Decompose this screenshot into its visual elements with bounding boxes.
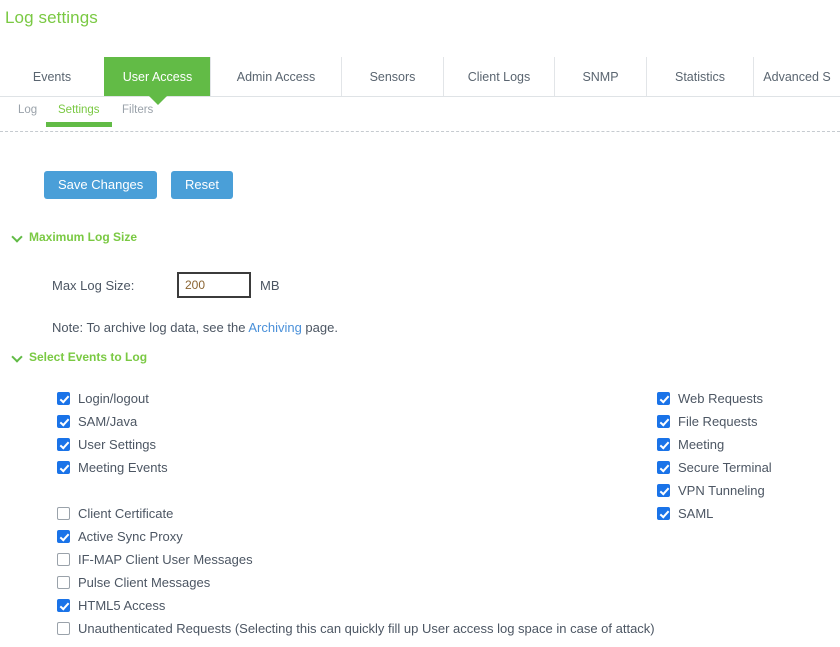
archiving-note-prefix: Note: To archive log data, see the — [52, 320, 249, 335]
tab-admin-access[interactable]: Admin Access — [210, 57, 341, 96]
checkbox-label: Pulse Client Messages — [78, 575, 211, 590]
checkbox-checked-icon[interactable] — [57, 599, 70, 612]
checkbox-checked-icon[interactable] — [657, 461, 670, 474]
checkbox-unchecked-icon[interactable] — [57, 507, 70, 520]
active-subtab-underline — [46, 122, 112, 127]
tab-label: Admin Access — [236, 69, 316, 84]
tab-label: Events — [32, 69, 72, 84]
tab-label: Statistics — [674, 69, 725, 84]
checkbox-checked-icon[interactable] — [657, 415, 670, 428]
tab-sensors[interactable]: Sensors — [341, 57, 443, 96]
checkbox-label: Login/logout — [78, 391, 149, 406]
checkbox-label: SAML — [678, 506, 714, 521]
max-log-size-input[interactable] — [177, 272, 251, 298]
archiving-note-suffix: page. — [301, 320, 338, 335]
max-log-size-unit: MB — [260, 277, 280, 293]
section-title-select-events-to-log: Select Events to Log — [29, 350, 148, 364]
tab-client-logs[interactable]: Client Logs — [443, 57, 554, 96]
checkbox-checked-icon[interactable] — [57, 415, 70, 428]
checkbox-row[interactable]: User Settings — [57, 433, 168, 456]
checkbox-row[interactable]: Login/logout — [57, 387, 168, 410]
subtab-label: Filters — [122, 104, 154, 116]
checkbox-unchecked-icon[interactable] — [57, 576, 70, 589]
tab-advanced-s[interactable]: Advanced S — [753, 57, 840, 96]
checkbox-unchecked-icon[interactable] — [57, 553, 70, 566]
checkbox-checked-icon[interactable] — [657, 507, 670, 520]
checkbox-row[interactable]: File Requests — [657, 410, 772, 433]
subtab-label: Settings — [58, 104, 100, 116]
checkbox-row[interactable]: Secure Terminal — [657, 456, 772, 479]
checkbox-label: Secure Terminal — [678, 460, 772, 475]
tab-label: SNMP — [582, 69, 619, 84]
checkbox-checked-icon[interactable] — [657, 392, 670, 405]
event-checkbox-group-left-primary: Login/logout SAM/Java User Settings Meeting… — [57, 387, 168, 479]
checkbox-label: IF-MAP Client User Messages — [78, 552, 253, 567]
checkbox-row[interactable]: Meeting Events — [57, 456, 168, 479]
section-title-maximum-log-size: Maximum Log Size — [29, 230, 138, 244]
checkbox-label: File Requests — [678, 414, 758, 429]
tab-label: Advanced S — [763, 69, 831, 84]
subtab-log[interactable]: Log — [18, 104, 37, 122]
checkbox-row[interactable]: Pulse Client Messages — [57, 571, 655, 594]
tab-snmp[interactable]: SNMP — [554, 57, 646, 96]
checkbox-row[interactable]: Web Requests — [657, 387, 772, 410]
tab-label: User Access — [122, 69, 193, 84]
checkbox-row[interactable]: HTML5 Access — [57, 594, 655, 617]
checkbox-row[interactable]: Unauthenticated Requests (Selecting this… — [57, 617, 655, 640]
checkbox-row[interactable]: Meeting — [657, 433, 772, 456]
max-log-size-label: Max Log Size: — [52, 277, 135, 293]
checkbox-label: User Settings — [78, 437, 157, 452]
checkbox-label: HTML5 Access — [78, 598, 166, 613]
tab-label: Client Logs — [467, 69, 531, 84]
checkbox-checked-icon[interactable] — [657, 484, 670, 497]
max-log-size-row: Max Log Size: MB — [52, 272, 280, 298]
checkbox-label: SAM/Java — [78, 414, 138, 429]
archiving-link[interactable]: Archiving — [248, 320, 301, 335]
subtab-divider — [0, 131, 840, 132]
checkbox-row[interactable]: SAML — [657, 502, 772, 525]
save-changes-button[interactable]: Save Changes — [44, 171, 158, 199]
checkbox-unchecked-icon[interactable] — [57, 622, 70, 635]
checkbox-checked-icon[interactable] — [57, 392, 70, 405]
checkbox-label: Meeting — [678, 437, 725, 452]
section-header-select-events-to-log[interactable]: Select Events to Log — [12, 350, 147, 364]
event-checkbox-group-left-secondary: Client Certificate Active Sync Proxy IF-MA… — [57, 502, 655, 640]
tab-label: Sensors — [369, 69, 416, 84]
checkbox-checked-icon[interactable] — [57, 461, 70, 474]
chevron-down-icon — [12, 232, 23, 243]
checkbox-label: Web Requests — [678, 391, 764, 406]
reset-button[interactable]: Reset — [171, 171, 233, 199]
checkbox-row[interactable]: Client Certificate — [57, 502, 655, 525]
tab-statistics[interactable]: Statistics — [646, 57, 753, 96]
page-title: Log settings — [5, 8, 98, 27]
subtab-filters[interactable]: Filters — [122, 104, 153, 122]
tab-events[interactable]: Events — [0, 57, 104, 96]
checkbox-checked-icon[interactable] — [57, 438, 70, 451]
section-header-maximum-log-size[interactable]: Maximum Log Size — [12, 230, 137, 244]
primary-tab-bar: Events User Access Admin Access Sensors Clie… — [0, 57, 840, 105]
archiving-note: Note: To archive log data, see the Archi… — [52, 320, 338, 335]
event-checkbox-group-right: Web Requests File Requests Meeting Secure T… — [657, 387, 772, 525]
checkbox-label: Client Certificate — [78, 506, 174, 521]
subtab-label: Log — [18, 104, 38, 116]
subtab-settings[interactable]: Settings — [46, 104, 112, 127]
checkbox-row[interactable]: SAM/Java — [57, 410, 168, 433]
checkbox-checked-icon[interactable] — [657, 438, 670, 451]
checkbox-row[interactable]: IF-MAP Client User Messages — [57, 548, 655, 571]
secondary-tab-bar: Log Settings Filters — [0, 104, 840, 132]
checkbox-label: VPN Tunneling — [678, 483, 765, 498]
checkbox-label: Unauthenticated Requests (Selecting this… — [78, 621, 655, 636]
chevron-down-icon — [12, 352, 23, 363]
checkbox-label: Meeting Events — [78, 460, 168, 475]
checkbox-row[interactable]: VPN Tunneling — [657, 479, 772, 502]
checkbox-label: Active Sync Proxy — [78, 529, 183, 544]
tab-user-access[interactable]: User Access — [104, 57, 210, 105]
checkbox-checked-icon[interactable] — [57, 530, 70, 543]
checkbox-row[interactable]: Active Sync Proxy — [57, 525, 655, 548]
